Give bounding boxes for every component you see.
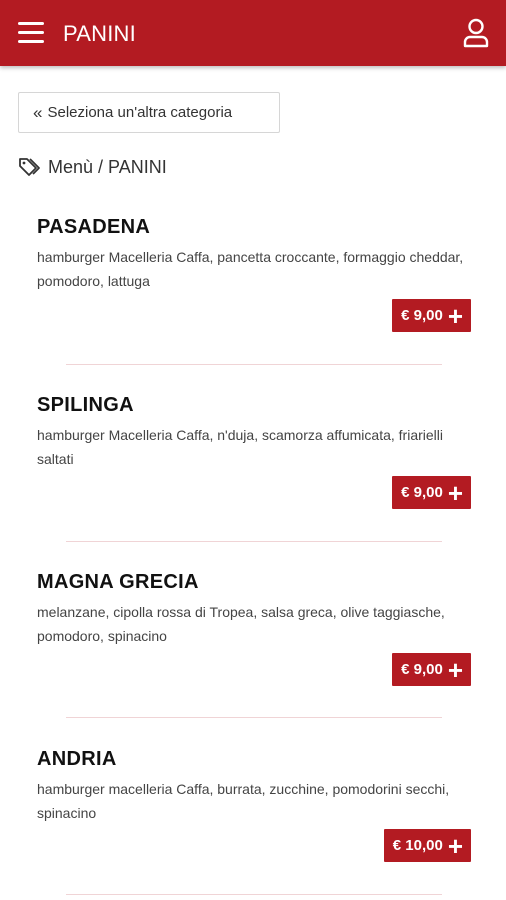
item-price: € 9,00 bbox=[401, 661, 443, 678]
menu-item-card: PASADENA hamburger Macelleria Caffa, pan… bbox=[37, 216, 477, 293]
item-name: PASADENA bbox=[37, 216, 151, 238]
back-button-label: Seleziona un'altra categoria bbox=[47, 104, 233, 121]
add-to-cart-button[interactable]: € 9,00 + bbox=[392, 476, 471, 509]
plus-icon: + bbox=[447, 654, 463, 685]
menu-item-card: SPILINGA hamburger Macelleria Caffa, n'd… bbox=[37, 394, 477, 471]
add-to-cart-button[interactable]: € 10,00 + bbox=[383, 829, 471, 862]
item-description: hamburger macelleria Caffa, burrata, zuc… bbox=[37, 781, 450, 821]
add-to-cart-button[interactable]: € 9,00 + bbox=[392, 299, 471, 332]
item-description: hamburger Macelleria Caffa, n'duja, scam… bbox=[37, 427, 443, 467]
item-name: SPILINGA bbox=[37, 394, 134, 416]
menu-item-card: MAGNA GRECIA melanzane, cipolla rossa di… bbox=[37, 571, 477, 648]
item-name: ANDRIA bbox=[37, 748, 117, 770]
user-icon[interactable] bbox=[462, 18, 490, 48]
divider bbox=[66, 894, 442, 895]
item-price: € 9,00 bbox=[401, 307, 443, 324]
plus-icon: + bbox=[447, 477, 463, 508]
plus-icon: + bbox=[447, 300, 463, 331]
plus-icon: + bbox=[447, 830, 463, 861]
hamburger-menu-icon[interactable] bbox=[18, 22, 44, 44]
menu-item-card: ANDRIA hamburger macelleria Caffa, burra… bbox=[37, 748, 477, 825]
tag-icon bbox=[18, 156, 44, 178]
item-name: MAGNA GRECIA bbox=[37, 571, 199, 593]
item-description: melanzane, cipolla rossa di Tropea, sals… bbox=[37, 604, 445, 644]
double-chevron-left-icon: « bbox=[33, 103, 43, 122]
breadcrumb: Menù / PANINI bbox=[18, 155, 167, 179]
item-price: € 10,00 bbox=[392, 837, 443, 854]
divider bbox=[66, 364, 442, 365]
item-description: hamburger Macelleria Caffa, pancetta cro… bbox=[37, 249, 464, 289]
app-bar: PANINI bbox=[0, 0, 506, 66]
breadcrumb-text: Menù / PANINI bbox=[48, 156, 167, 177]
divider bbox=[66, 541, 442, 542]
item-price: € 9,00 bbox=[401, 484, 443, 501]
select-another-category-button[interactable]: « Seleziona un'altra categoria bbox=[18, 92, 280, 133]
divider bbox=[66, 717, 442, 718]
page-title: PANINI bbox=[63, 21, 136, 46]
add-to-cart-button[interactable]: € 9,00 + bbox=[392, 653, 471, 686]
